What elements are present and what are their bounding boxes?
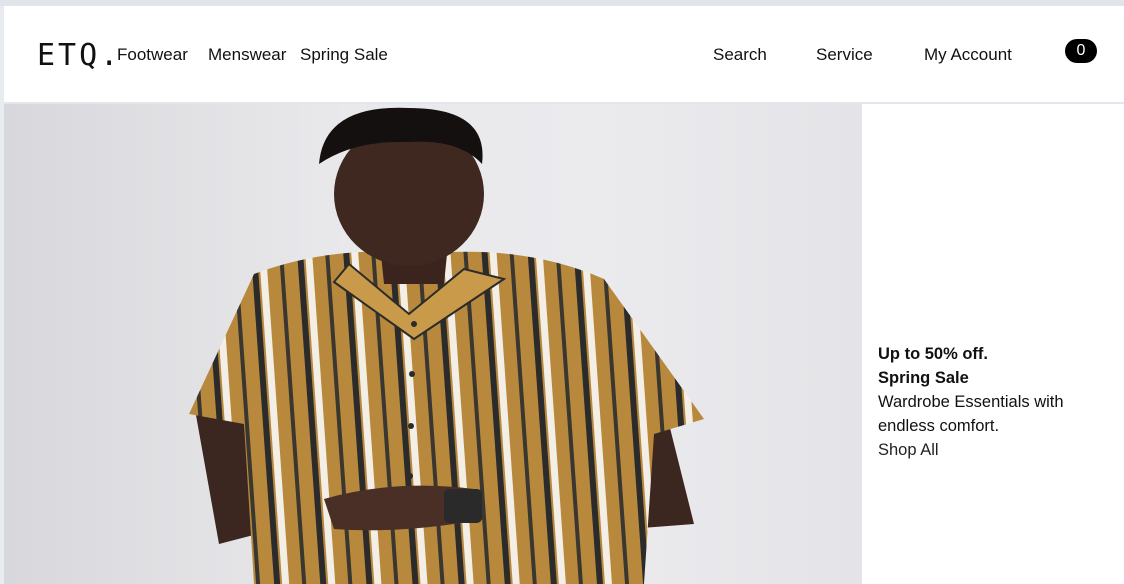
nav-footwear[interactable]: Footwear bbox=[117, 45, 188, 65]
promo-panel: Up to 50% off. Spring Sale Wardrobe Esse… bbox=[878, 342, 1108, 462]
wristwatch bbox=[444, 489, 482, 523]
hero-image[interactable] bbox=[4, 104, 862, 584]
brand-logo[interactable]: ETQ. bbox=[37, 38, 121, 73]
nav-search[interactable]: Search bbox=[713, 45, 767, 65]
site-header: ETQ. Footwear Menswear Spring Sale Searc… bbox=[4, 6, 1124, 104]
nav-service[interactable]: Service bbox=[816, 45, 873, 65]
hero-model-illustration bbox=[189, 107, 704, 584]
nav-menswear[interactable]: Menswear bbox=[208, 45, 286, 65]
promo-line-1: Wardrobe Essentials with bbox=[878, 393, 1064, 411]
promo-subhead: Spring Sale bbox=[878, 369, 969, 387]
promo-headline: Up to 50% off. bbox=[878, 345, 988, 363]
nav-spring-sale[interactable]: Spring Sale bbox=[300, 45, 388, 65]
nav-my-account[interactable]: My Account bbox=[924, 45, 1012, 65]
shop-all-link[interactable]: Shop All bbox=[878, 438, 1108, 462]
promo-line-2: endless comfort. bbox=[878, 417, 1000, 435]
cart-count-badge[interactable]: 0 bbox=[1065, 39, 1097, 63]
